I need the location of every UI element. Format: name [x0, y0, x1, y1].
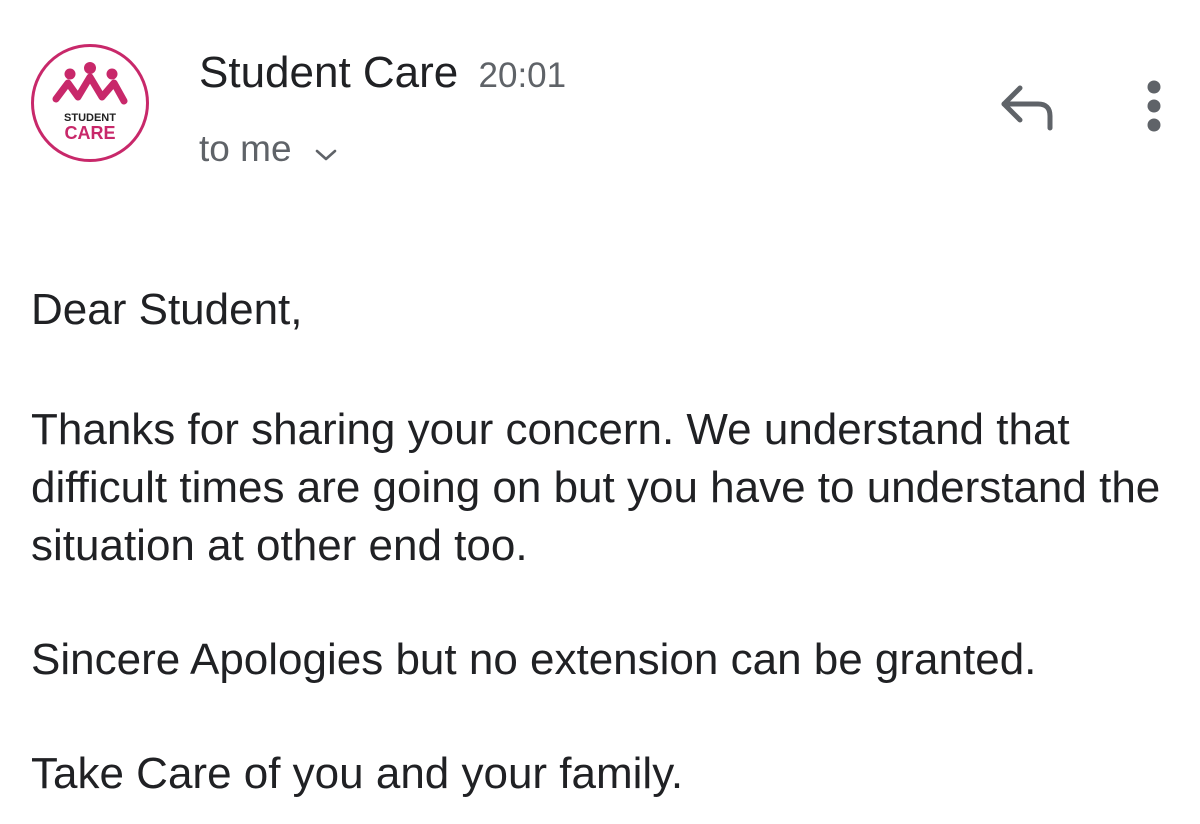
recipient-label: to me — [199, 128, 292, 169]
student-care-logo: STUDENT CARE — [52, 62, 128, 143]
email-header: STUDENT CARE Student Care 20:01 to me — [0, 0, 1200, 200]
email-greeting: Dear Student, — [31, 285, 303, 334]
email-closing: Take Care of you and your family. — [31, 749, 684, 798]
more-vertical-icon — [1147, 80, 1161, 132]
logo-text-bottom: CARE — [64, 123, 115, 143]
reply-button[interactable] — [996, 80, 1060, 136]
sender-name[interactable]: Student Care — [199, 48, 458, 97]
sender-line: Student Care 20:01 — [199, 45, 566, 104]
email-time: 20:01 — [478, 56, 567, 95]
recipient-toggle[interactable]: to me — [199, 124, 338, 174]
email-paragraph-apology: Sincere Apologies but no extension can b… — [31, 635, 1037, 684]
chevron-down-icon — [314, 130, 338, 172]
more-options-button[interactable] — [1134, 74, 1174, 138]
reply-icon — [1001, 85, 1053, 131]
sender-avatar[interactable]: STUDENT CARE — [31, 44, 149, 162]
email-paragraph-main: Thanks for sharing your concern. We unde… — [31, 405, 1161, 570]
email-body: Dear Student, Thanks for sharing your co… — [31, 281, 1181, 803]
